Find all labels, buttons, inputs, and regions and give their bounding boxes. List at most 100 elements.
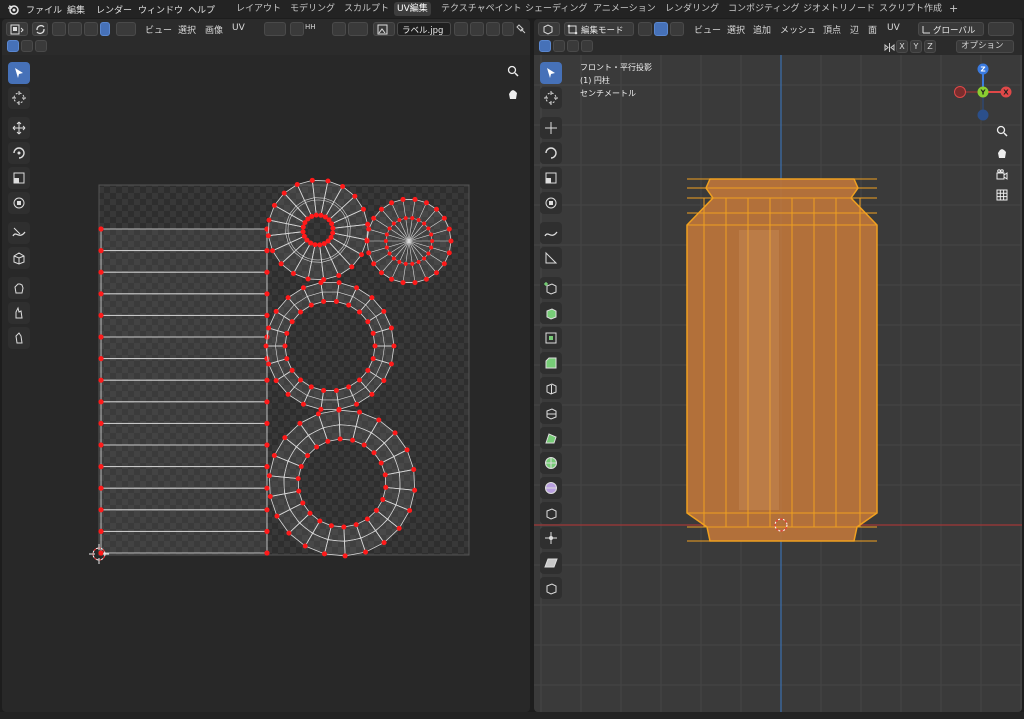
tool-move[interactable]	[540, 117, 562, 139]
navigation-gizmo[interactable]: Z Y X	[952, 61, 1014, 123]
menu-add[interactable]: 追加	[753, 23, 771, 36]
proportional-falloff-dropdown[interactable]	[348, 22, 368, 36]
image-name-field[interactable]: ラベル.jpg	[397, 22, 451, 36]
tool-cursor[interactable]	[540, 87, 562, 109]
camera-view-button[interactable]	[993, 166, 1011, 184]
tab-compositing[interactable]: コンポジティング	[725, 2, 802, 16]
tab-sculpt[interactable]: スカルプト	[341, 2, 392, 16]
menu-view[interactable]: ビュー	[145, 23, 172, 36]
tool-knife[interactable]	[540, 402, 562, 424]
select-mode-island[interactable]	[100, 22, 110, 36]
tab-texture-paint[interactable]: テクスチャペイント	[438, 2, 525, 16]
tab-shading[interactable]: シェーディング	[522, 2, 590, 16]
tool-spin[interactable]	[540, 452, 562, 474]
menu-help[interactable]: ヘルプ	[188, 3, 215, 16]
toggle-perspective-button[interactable]	[993, 186, 1011, 204]
uv-select-extend-mode[interactable]	[21, 40, 33, 52]
select-mode-face[interactable]	[84, 22, 98, 36]
menu-file[interactable]: ファイル	[26, 3, 62, 16]
uv-select-subtract-mode[interactable]	[35, 40, 47, 52]
tool-extrude[interactable]	[540, 302, 562, 324]
sync-selection-button[interactable]	[32, 22, 48, 36]
tab-layout[interactable]: レイアウト	[233, 2, 284, 16]
gizmo-neg-z-axis[interactable]	[977, 109, 989, 121]
select-box-mode[interactable]	[539, 40, 551, 52]
tool-scale[interactable]	[540, 167, 562, 189]
tab-scripting[interactable]: スクリプト作成	[876, 2, 945, 16]
tab-modeling[interactable]: モデリング	[287, 2, 338, 16]
snap-toggle[interactable]	[290, 22, 304, 36]
tool-select-box[interactable]	[540, 62, 562, 84]
tool-inset[interactable]	[540, 327, 562, 349]
menu-window[interactable]: ウィンドウ	[138, 3, 183, 16]
menu-face[interactable]: 面	[868, 23, 877, 36]
menu-image[interactable]: 画像	[205, 23, 223, 36]
tab-geometry-nodes[interactable]: ジオメトリノード	[800, 2, 878, 16]
tool-shear[interactable]	[540, 552, 562, 574]
tool-bevel[interactable]	[540, 352, 562, 374]
tool-edge-slide[interactable]	[540, 502, 562, 524]
image-browse-button[interactable]	[373, 22, 395, 36]
gizmo-neg-x-axis[interactable]	[954, 86, 966, 98]
menu-edge[interactable]: 辺	[850, 23, 859, 36]
menu-render[interactable]: レンダー	[96, 3, 132, 16]
select-intersect-mode[interactable]	[581, 40, 593, 52]
uv-layout[interactable]	[2, 55, 530, 712]
unlink-image-button[interactable]	[502, 22, 514, 36]
tab-animation[interactable]: アニメーション	[590, 2, 659, 16]
tool-transform[interactable]	[540, 192, 562, 214]
uv-select-box-mode[interactable]	[7, 40, 19, 52]
pivot-point-dropdown[interactable]	[264, 22, 286, 36]
tab-rendering[interactable]: レンダリング	[662, 2, 722, 16]
zoom-button[interactable]	[993, 122, 1011, 140]
mirror-y-toggle[interactable]: Y	[910, 40, 922, 53]
pin-icon[interactable]	[516, 24, 526, 34]
transform-orientation-dropdown[interactable]: グローバル	[918, 22, 984, 36]
add-workspace-button[interactable]: +	[946, 2, 961, 16]
pivot-dropdown[interactable]	[988, 22, 1014, 36]
tool-rotate[interactable]	[540, 142, 562, 164]
select-extend-mode[interactable]	[553, 40, 565, 52]
viewport-canvas[interactable]: フロント・平行投影 (1) 円柱 センチメートル Z Y X	[534, 55, 1022, 712]
menu-uv[interactable]: UV	[232, 23, 245, 33]
sticky-selection-dropdown[interactable]	[116, 22, 136, 36]
select-mode-face[interactable]	[670, 22, 684, 36]
menu-select[interactable]: 選択	[727, 23, 745, 36]
tool-shrink-fatten[interactable]	[540, 527, 562, 549]
select-mode-edge[interactable]	[654, 22, 668, 36]
mirror-x-toggle[interactable]: X	[896, 40, 908, 53]
editor-type-button[interactable]	[538, 22, 560, 36]
select-mode-vertex[interactable]	[52, 22, 66, 36]
proportional-edit-toggle[interactable]	[332, 22, 346, 36]
menu-edit[interactable]: 編集	[67, 3, 85, 16]
snap-mode-label[interactable]: HH	[305, 23, 316, 31]
tool-annotate[interactable]	[540, 222, 562, 244]
open-image-button[interactable]	[486, 22, 500, 36]
select-mode-edge[interactable]	[68, 22, 82, 36]
pan-button[interactable]	[993, 144, 1011, 162]
uv-editor-canvas[interactable]	[2, 55, 530, 712]
fake-user-button[interactable]	[454, 22, 468, 36]
mode-dropdown[interactable]: 編集モード	[564, 22, 634, 36]
tool-rip-region[interactable]	[540, 577, 562, 599]
new-image-button[interactable]	[470, 22, 484, 36]
tool-smooth[interactable]	[540, 477, 562, 499]
tool-add-cube[interactable]	[540, 277, 562, 299]
options-dropdown[interactable]: オプション	[956, 40, 1014, 53]
tool-loop-cut[interactable]	[540, 377, 562, 399]
select-subtract-mode[interactable]	[567, 40, 579, 52]
tool-poly-build[interactable]	[540, 427, 562, 449]
menu-mesh[interactable]: メッシュ	[780, 23, 816, 36]
viewport-scene[interactable]	[534, 55, 1022, 712]
menu-view[interactable]: ビュー	[694, 23, 721, 36]
cylinder-mesh[interactable]	[686, 178, 878, 542]
editor-type-button[interactable]	[6, 22, 28, 36]
menu-vertex[interactable]: 頂点	[823, 23, 841, 36]
blender-logo-icon[interactable]	[7, 3, 19, 15]
mirror-z-toggle[interactable]: Z	[924, 40, 936, 53]
tab-uv-editing[interactable]: UV編集	[394, 2, 431, 16]
menu-uv[interactable]: UV	[887, 23, 900, 33]
menu-select[interactable]: 選択	[178, 23, 196, 36]
select-mode-vertex[interactable]	[638, 22, 652, 36]
tool-measure[interactable]	[540, 247, 562, 269]
